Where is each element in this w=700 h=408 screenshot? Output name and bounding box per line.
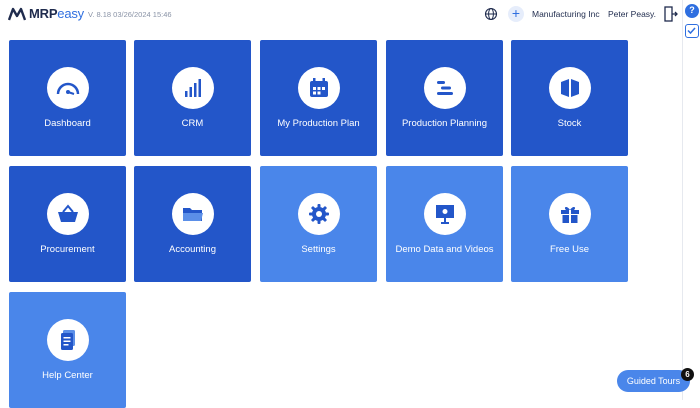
guided-tours-count-badge: 6: [681, 368, 694, 381]
bars-icon: [185, 79, 201, 97]
tile-icon-bg: [424, 67, 466, 109]
tile-icon-bg: [47, 67, 89, 109]
tile-label: Free Use: [549, 244, 590, 255]
tile-icon-bg: [47, 193, 89, 235]
tile-label: Production Planning: [401, 118, 488, 129]
gear-icon: [309, 204, 329, 224]
box-icon: [561, 79, 579, 97]
help-icon[interactable]: ?: [685, 4, 699, 18]
tile-my-production-plan[interactable]: My Production Plan: [260, 40, 377, 156]
logout-icon[interactable]: [664, 6, 678, 22]
tile-icon-bg: [298, 67, 340, 109]
tile-stock[interactable]: Stock: [511, 40, 628, 156]
tile-label: Help Center: [42, 370, 93, 381]
gift-icon: [561, 206, 579, 223]
guided-tours-button[interactable]: Guided Tours: [617, 370, 690, 392]
tile-demo-data-and-videos[interactable]: Demo Data and Videos: [386, 166, 503, 282]
tile-label: My Production Plan: [277, 118, 360, 129]
top-bar: MRPeasy V. 8.18 03/26/2024 15:46 + Manuf…: [0, 0, 700, 30]
tile-icon-bg: [424, 193, 466, 235]
user-name[interactable]: Peter Peasy.: [608, 9, 656, 19]
folder-icon: [183, 208, 203, 221]
tile-crm[interactable]: CRM: [134, 40, 251, 156]
presentation-icon: [436, 205, 454, 224]
document-icon: [61, 330, 75, 350]
tile-icon-bg: [298, 193, 340, 235]
tile-free-use[interactable]: Free Use: [511, 166, 628, 282]
tile-label: Accounting: [168, 244, 216, 255]
tile-icon-bg: [172, 67, 214, 109]
right-side-strip: ?: [682, 0, 700, 400]
tile-accounting[interactable]: Accounting: [134, 166, 251, 282]
tile-label: CRM: [181, 118, 204, 129]
logo-text: MRPeasy: [29, 6, 84, 21]
tile-settings[interactable]: Settings: [260, 166, 377, 282]
calendar-icon: [310, 78, 328, 97]
add-button[interactable]: +: [508, 6, 524, 22]
tile-procurement[interactable]: Procurement: [9, 166, 126, 282]
basket-icon: [58, 204, 78, 222]
gauge-icon: [56, 82, 80, 95]
tile-label: Procurement: [40, 244, 95, 255]
checklist-icon[interactable]: [685, 24, 699, 38]
tile-icon-bg: [549, 193, 591, 235]
company-name[interactable]: Manufacturing Inc: [532, 9, 600, 19]
tile-icon-bg: [47, 319, 89, 361]
logo-mark-icon: [8, 7, 26, 20]
tile-help-center[interactable]: Help Center: [9, 292, 126, 408]
tile-label: Stock: [557, 118, 582, 129]
tile-label: Dashboard: [44, 118, 91, 129]
tile-label: Settings: [301, 244, 336, 255]
tile-label: Demo Data and Videos: [395, 244, 494, 255]
tile-dashboard[interactable]: Dashboard: [9, 40, 126, 156]
tile-icon-bg: [549, 67, 591, 109]
globe-icon[interactable]: [484, 7, 498, 21]
version-info: V. 8.18 03/26/2024 15:46: [88, 10, 172, 19]
gantt-icon: [437, 81, 453, 95]
app-logo[interactable]: MRPeasy: [8, 6, 84, 21]
tile-production-planning[interactable]: Production Planning: [386, 40, 503, 156]
tile-icon-bg: [172, 193, 214, 235]
